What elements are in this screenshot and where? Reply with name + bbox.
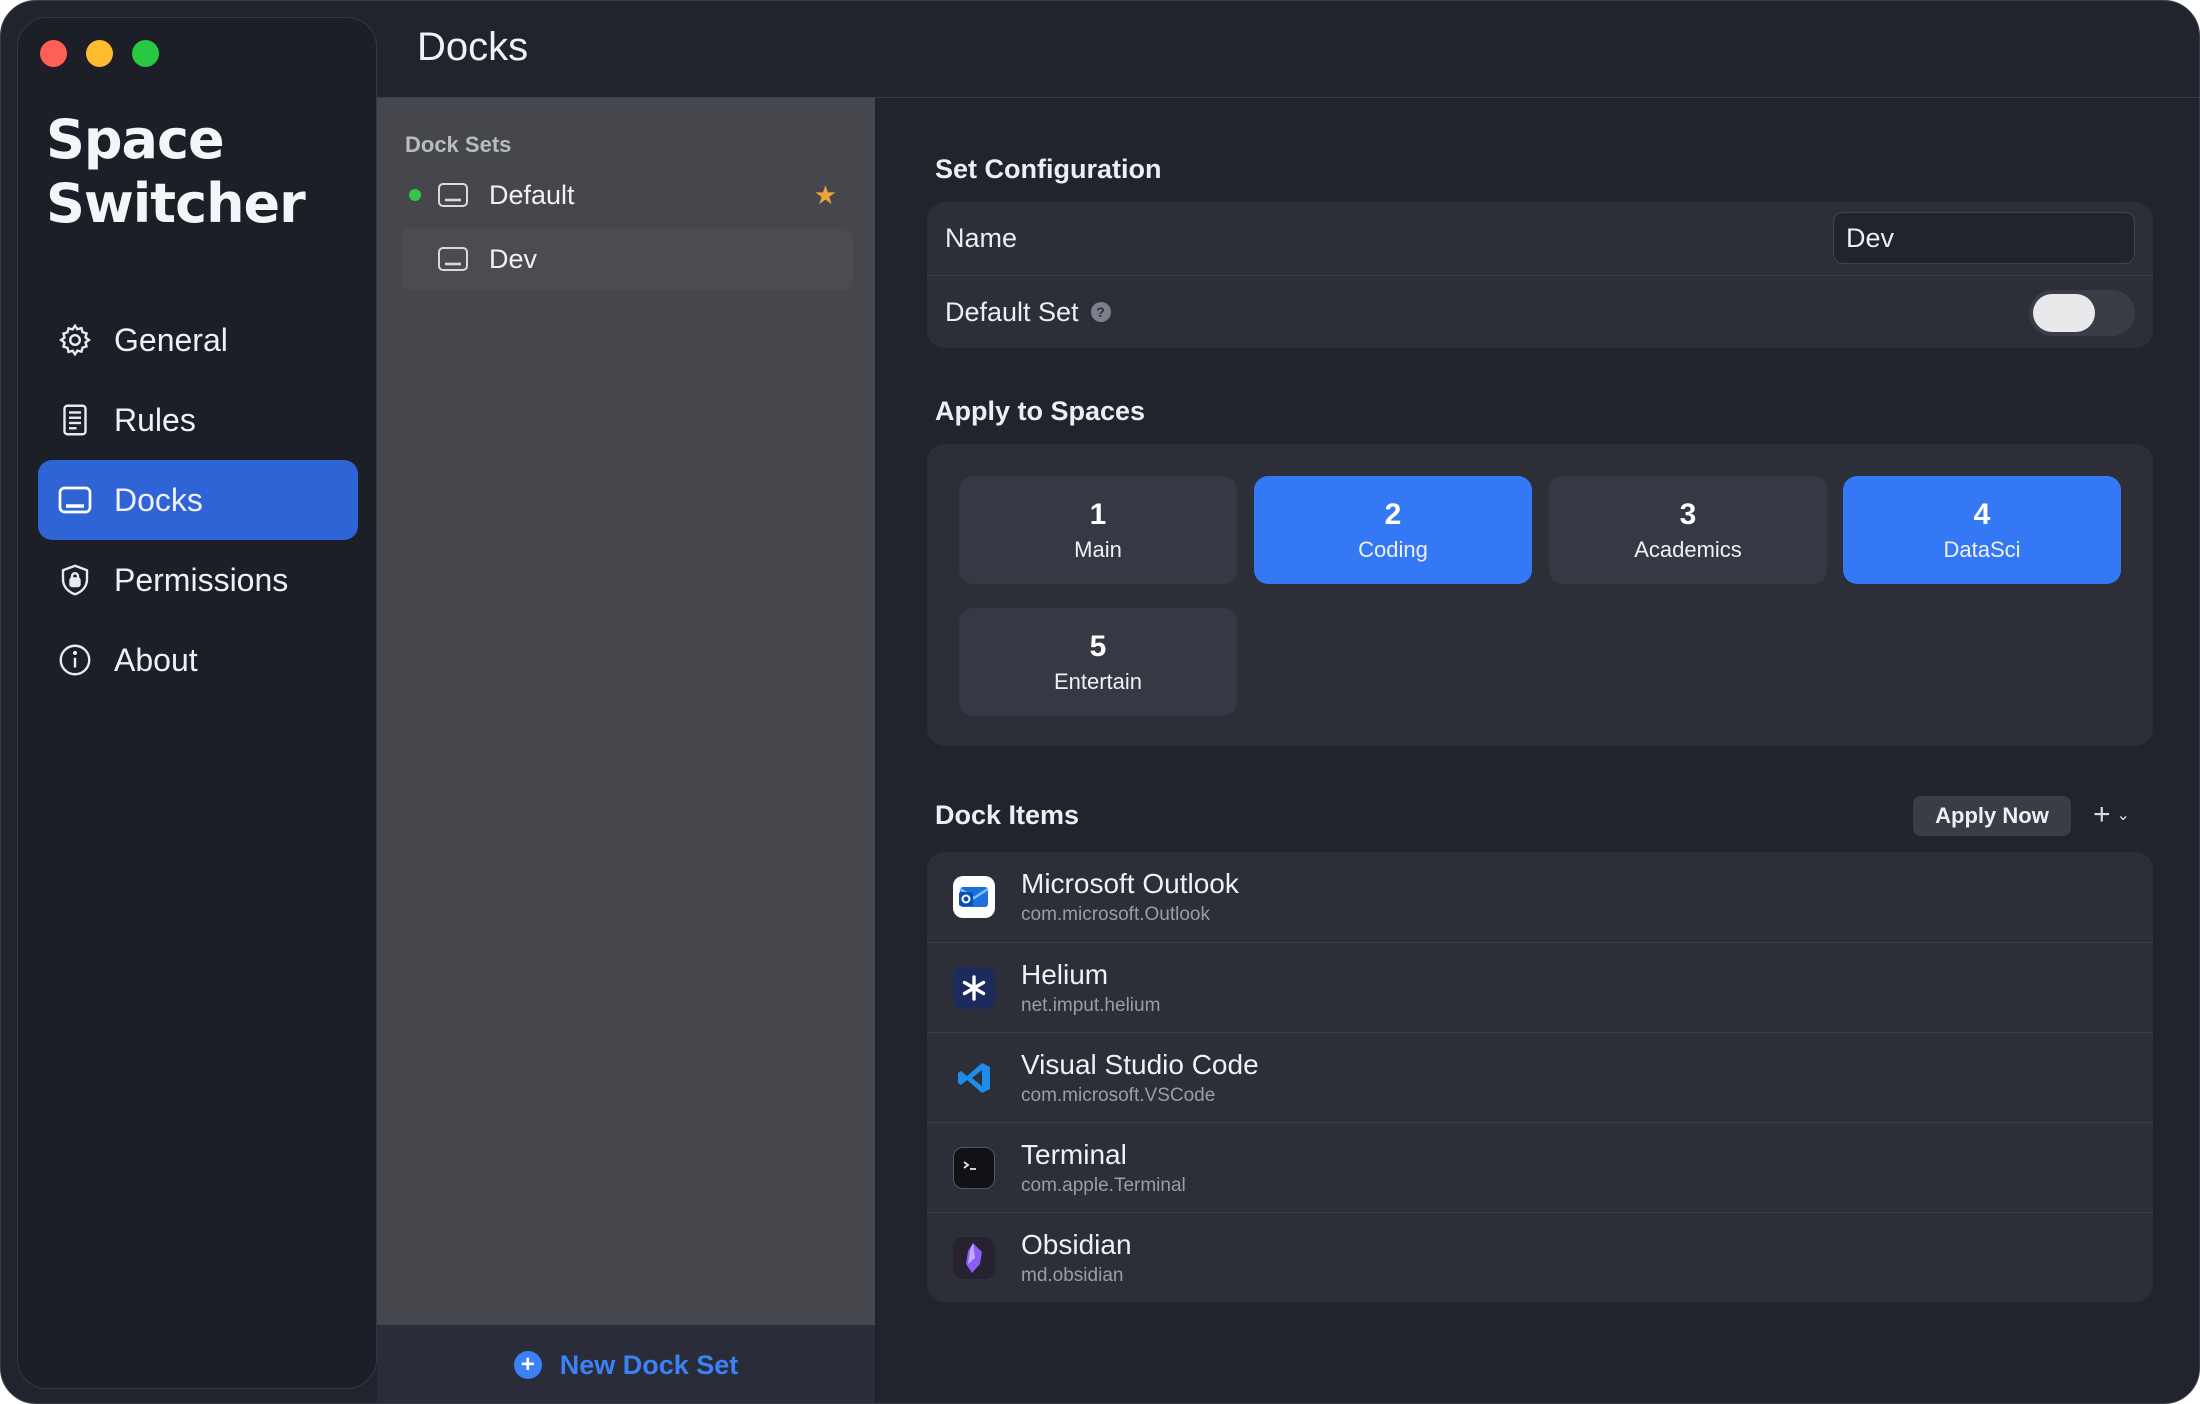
toggle-knob xyxy=(2033,294,2095,332)
zoom-window-button[interactable] xyxy=(132,40,159,67)
sidebar-nav: General Rules Docks Permissions About xyxy=(38,300,358,700)
bundle-id: com.microsoft.Outlook xyxy=(1021,904,1210,925)
help-icon[interactable]: ? xyxy=(1090,302,1111,322)
name-row: Name xyxy=(927,202,2153,275)
default-set-toggle[interactable] xyxy=(2029,290,2135,336)
list-item[interactable]: Microsoft Outlook com.microsoft.Outlook xyxy=(927,852,2153,942)
info-icon xyxy=(56,641,94,679)
shield-lock-icon xyxy=(56,561,94,599)
sidebar-item-general[interactable]: General xyxy=(38,300,358,380)
space-number: 1 xyxy=(1089,498,1107,531)
space-tile-5[interactable]: 5 Entertain xyxy=(959,608,1237,716)
terminal-icon xyxy=(953,1146,995,1189)
sidebar-item-permissions[interactable]: Permissions xyxy=(38,540,358,620)
app-title-line2: Switcher xyxy=(46,172,306,235)
set-configuration-title: Set Configuration xyxy=(935,154,1162,184)
space-number: 5 xyxy=(1089,630,1107,663)
app-name: Terminal xyxy=(1021,1138,1127,1170)
obsidian-icon xyxy=(953,1236,995,1279)
dock-set-label: Default xyxy=(489,179,575,210)
list-item[interactable]: Visual Studio Code com.microsoft.VSCode xyxy=(927,1032,2153,1122)
app-name: Obsidian xyxy=(1021,1228,1132,1260)
bundle-id: com.apple.Terminal xyxy=(1021,1174,1186,1196)
space-label: Academics xyxy=(1634,537,1742,562)
sidebar: Space Switcher General Rules Docks Permi… xyxy=(17,17,377,1389)
apply-to-spaces-title: Apply to Spaces xyxy=(935,396,1146,426)
plus-icon: + xyxy=(2093,798,2111,831)
spaces-card: 1 Main 2 Coding 3 Academics 4 DataSci 5 xyxy=(927,444,2153,746)
list-item[interactable]: Helium net.imput.helium xyxy=(927,942,2153,1032)
space-tile-1[interactable]: 1 Main xyxy=(959,476,1237,584)
space-label: Main xyxy=(1074,537,1122,562)
close-window-button[interactable] xyxy=(40,40,67,67)
default-set-row: Default Set ? xyxy=(927,275,2153,348)
chevron-down-icon: ⌄ xyxy=(2116,807,2130,824)
app-title-line1: Space xyxy=(46,108,225,171)
star-icon: ★ xyxy=(813,179,837,210)
gear-icon xyxy=(56,321,94,359)
sidebar-item-about[interactable]: About xyxy=(38,620,358,700)
sidebar-item-docks[interactable]: Docks xyxy=(38,460,358,540)
bundle-id: net.imput.helium xyxy=(1021,994,1161,1016)
dock-sets-heading: Dock Sets xyxy=(405,132,512,157)
dock-set-label: Dev xyxy=(489,243,538,274)
space-label: Coding xyxy=(1358,537,1428,562)
app-title: Space Switcher xyxy=(46,108,366,236)
dock-icon xyxy=(438,247,468,271)
sidebar-item-label: Permissions xyxy=(114,561,289,598)
space-label: DataSci xyxy=(1943,537,2021,562)
space-number: 4 xyxy=(1973,498,1991,531)
space-number: 3 xyxy=(1679,498,1697,531)
dock-items-list: Microsoft Outlook com.microsoft.Outlook … xyxy=(927,852,2153,1302)
sidebar-item-label: Docks xyxy=(114,481,203,518)
minimize-window-button[interactable] xyxy=(86,40,113,67)
main-panel: Set Configuration Name Default Set ? App… xyxy=(879,98,2199,1403)
plus-circle-icon: + xyxy=(513,1351,542,1379)
space-tile-3[interactable]: 3 Academics xyxy=(1549,476,1827,584)
dock-set-item-default[interactable]: Default ★ xyxy=(401,164,853,226)
app-name: Helium xyxy=(1021,958,1109,990)
sidebar-item-label: Rules xyxy=(114,401,196,438)
sidebar-item-label: About xyxy=(114,641,198,678)
bundle-id: com.microsoft.VSCode xyxy=(1021,1084,1216,1106)
space-label: Entertain xyxy=(1053,669,1143,694)
list-item[interactable]: Obsidian md.obsidian xyxy=(927,1212,2153,1302)
new-dock-set-label: New Dock Set xyxy=(559,1349,739,1380)
name-field[interactable] xyxy=(1833,212,2135,264)
set-configuration-card: Name Default Set ? xyxy=(927,202,2153,348)
dock-icon xyxy=(56,481,94,519)
space-tile-4[interactable]: 4 DataSci xyxy=(1843,476,2121,584)
add-item-menu-button[interactable]: + ⌄ xyxy=(2093,798,2130,832)
name-label: Name xyxy=(945,223,1018,253)
app-window: Space Switcher General Rules Docks Permi… xyxy=(0,0,2200,1404)
window-controls xyxy=(40,40,159,67)
dock-sets-panel: Dock Sets Default ★ Dev + New Dock Set xyxy=(377,98,877,1403)
outlook-icon xyxy=(953,876,995,918)
new-dock-set-button[interactable]: + New Dock Set xyxy=(377,1325,875,1403)
page-title: Docks xyxy=(417,25,529,69)
bundle-id: md.obsidian xyxy=(1021,1264,1124,1286)
space-tile-2[interactable]: 2 Coding xyxy=(1254,476,1532,584)
space-number: 2 xyxy=(1384,498,1402,531)
active-indicator-dot xyxy=(409,189,421,201)
default-set-label: Default Set xyxy=(945,296,1079,327)
apply-now-button[interactable]: Apply Now xyxy=(1913,796,2071,836)
sidebar-item-label: General xyxy=(114,321,228,358)
list-item[interactable]: Terminal com.apple.Terminal xyxy=(927,1122,2153,1212)
vscode-icon xyxy=(953,1056,995,1099)
helium-icon xyxy=(953,966,995,1009)
dock-items-title: Dock Items xyxy=(935,800,1080,830)
dock-icon xyxy=(438,183,468,207)
sidebar-item-rules[interactable]: Rules xyxy=(38,380,358,460)
dock-set-item-dev[interactable]: Dev xyxy=(401,228,853,290)
app-name: Visual Studio Code xyxy=(1021,1048,1259,1080)
document-icon xyxy=(56,401,94,439)
app-name: Microsoft Outlook xyxy=(1021,868,1239,899)
